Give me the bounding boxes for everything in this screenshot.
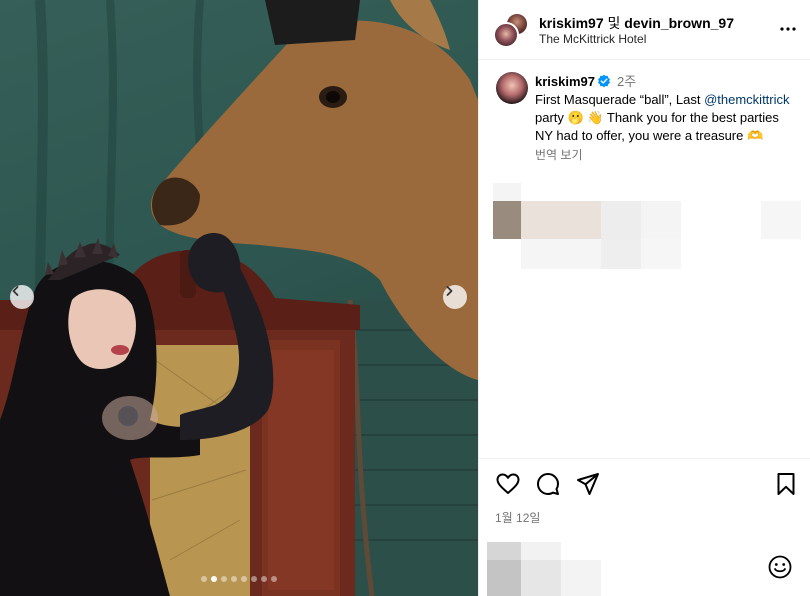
see-translation-link[interactable]: 번역 보기 xyxy=(535,146,797,164)
caption-mention-link[interactable]: @themckittrick xyxy=(704,92,789,107)
post-header: kriskim97 및 devin_brown_97 The McKittric… xyxy=(479,0,810,60)
location-link[interactable]: The McKittrick Hotel xyxy=(539,32,646,46)
collab-avatars[interactable] xyxy=(493,12,529,48)
carousel-dot xyxy=(261,576,267,582)
carousel-next-button[interactable] xyxy=(443,285,467,309)
carousel-dot xyxy=(211,576,217,582)
header-username-primary[interactable]: kriskim97 xyxy=(539,15,604,31)
comment-bubble-icon[interactable] xyxy=(535,471,561,497)
post-photo[interactable] xyxy=(0,0,478,596)
caption-text-part2: party 🫢 👋 Thank you for the best parties… xyxy=(535,110,779,143)
chevron-left-icon xyxy=(12,286,19,296)
header-username-secondary[interactable]: devin_brown_97 xyxy=(624,15,734,31)
carousel-dot xyxy=(251,576,257,582)
bookmark-icon[interactable] xyxy=(773,471,799,497)
verified-badge-icon xyxy=(598,74,610,88)
header-conjunction: 및 xyxy=(607,15,621,31)
post-action-bar xyxy=(479,458,810,508)
caption-timestamp[interactable]: 2주 xyxy=(617,74,636,89)
header-usernames: kriskim97 및 devin_brown_97 xyxy=(539,13,734,33)
carousel-dot xyxy=(201,576,207,582)
paper-plane-icon[interactable] xyxy=(575,471,601,497)
heart-icon[interactable] xyxy=(495,471,521,497)
carousel-dot xyxy=(221,576,227,582)
add-comment-bar xyxy=(479,540,810,596)
carousel-prev-button[interactable] xyxy=(10,285,34,309)
chevron-right-icon xyxy=(446,286,453,296)
post-date[interactable]: 1월 12일 xyxy=(495,509,540,526)
carousel-dot xyxy=(231,576,237,582)
caption-username[interactable]: kriskim97 xyxy=(535,74,595,89)
more-horizontal-icon[interactable] xyxy=(779,20,797,38)
avatar[interactable] xyxy=(496,72,528,104)
caption-text-part1: First Masquerade “ball”, Last xyxy=(535,92,705,107)
carousel-indicator xyxy=(0,576,478,582)
photo-illustration xyxy=(0,0,478,596)
avatar-primary[interactable] xyxy=(493,22,519,48)
smiley-icon[interactable] xyxy=(767,554,793,580)
carousel-dot xyxy=(271,576,277,582)
caption-body: kriskim97 2주 First Masquerade “ball”, La… xyxy=(535,73,797,164)
carousel-dot xyxy=(241,576,247,582)
post-side-panel: kriskim97 및 devin_brown_97 The McKittric… xyxy=(478,0,810,596)
